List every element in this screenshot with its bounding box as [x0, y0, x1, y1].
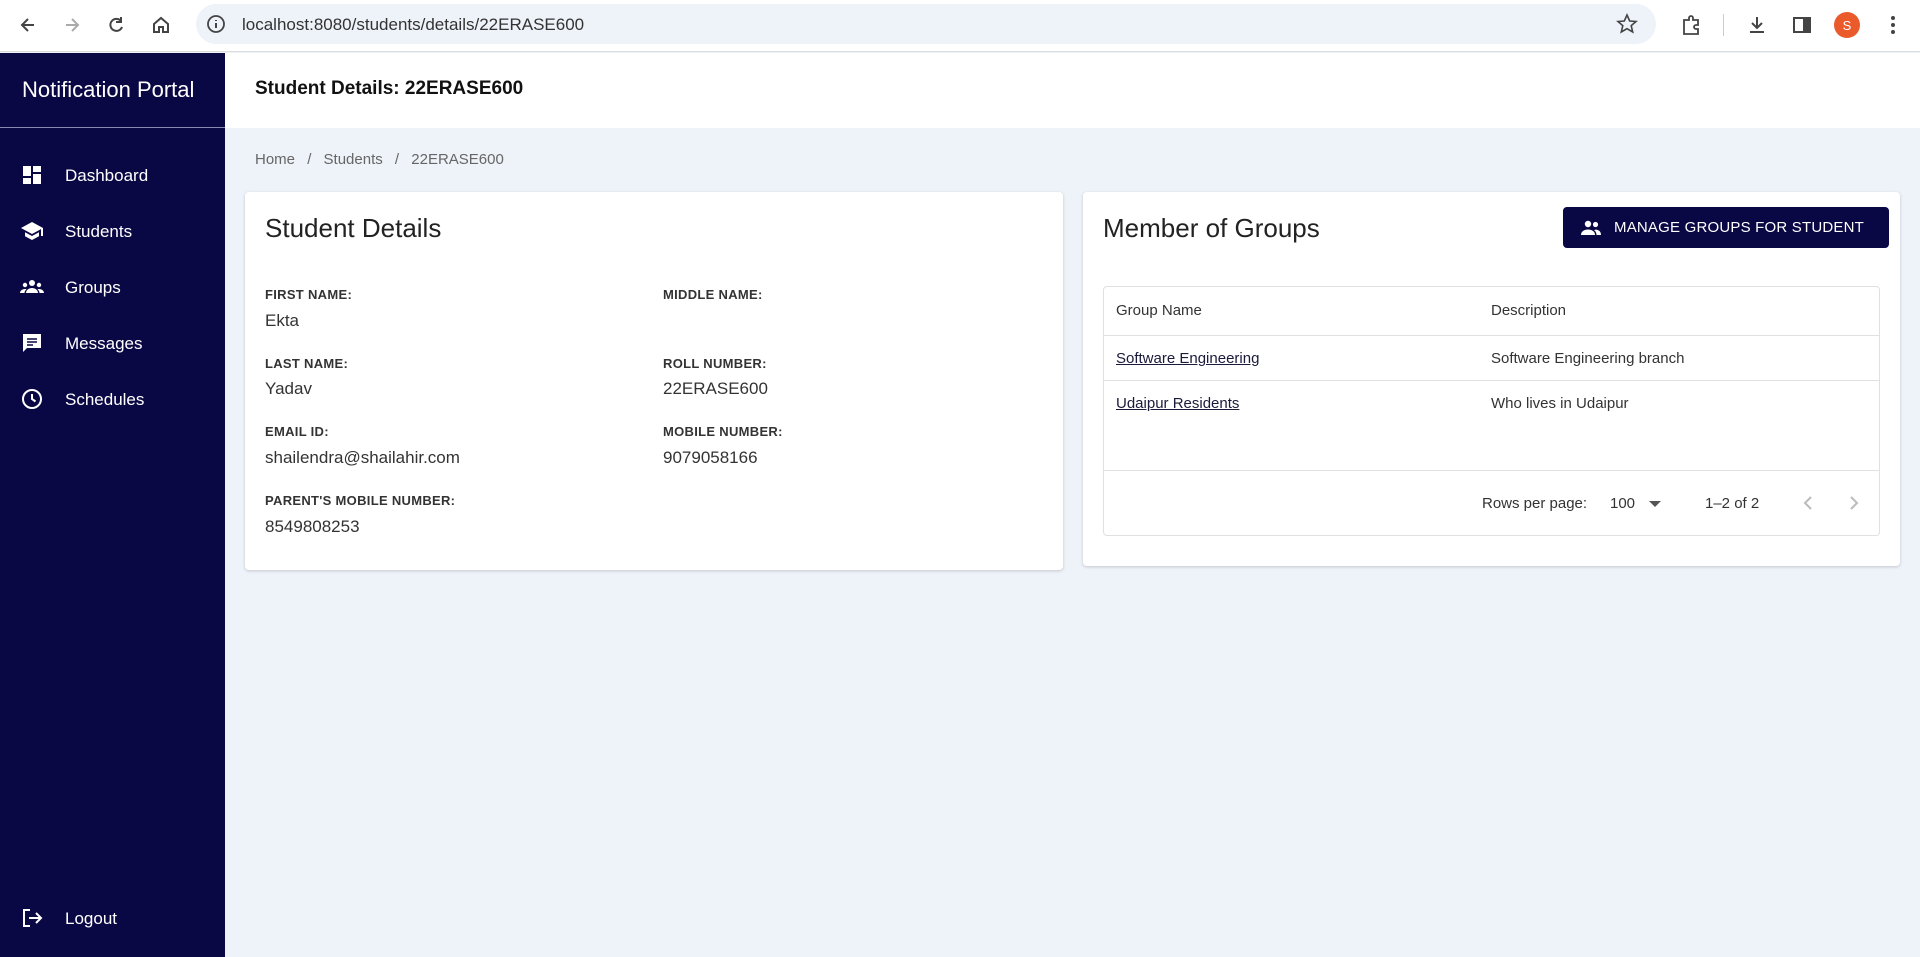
menu-kebab-icon[interactable] — [1880, 12, 1906, 38]
roll-number-value: 22ERASE600 — [663, 379, 768, 398]
table-row: Software Engineering Software Engineerin… — [1104, 336, 1879, 381]
email-label: EMAIL ID: — [265, 424, 329, 439]
url-text: localhost:8080/students/details/22ERASE6… — [242, 15, 585, 34]
toolbar-divider — [1723, 14, 1724, 36]
group-description: Who lives in Udaipur — [1491, 395, 1629, 412]
student-details-card — [245, 192, 1063, 570]
browser-toolbar: localhost:8080/students/details/22ERASE6… — [0, 0, 1920, 52]
breadcrumb-current: 22ERASE600 — [411, 151, 504, 168]
breadcrumb-separator: / — [307, 151, 312, 168]
parent-mobile-value: 8549808253 — [265, 517, 360, 536]
manage-groups-label: MANAGE GROUPS FOR STUDENT — [1614, 219, 1865, 236]
group-description: Software Engineering branch — [1491, 350, 1685, 367]
groups-icon — [20, 275, 44, 299]
sidebar-item-groups[interactable]: Groups — [0, 265, 225, 309]
sidebar-item-label: Students — [65, 222, 133, 241]
email-value: shailendra@shailahir.com — [265, 448, 460, 467]
school-icon — [20, 219, 44, 243]
clock-icon — [20, 387, 44, 411]
next-page-icon[interactable] — [1842, 491, 1866, 515]
first-name-label: FIRST NAME: — [265, 287, 353, 302]
sidebar-item-label: Schedules — [65, 390, 145, 409]
sidebar-item-messages[interactable]: Messages — [0, 321, 225, 365]
first-name-value: Ekta — [265, 311, 300, 330]
breadcrumb-separator: / — [394, 151, 400, 168]
extensions-icon[interactable] — [1678, 12, 1704, 38]
reload-icon[interactable] — [101, 10, 131, 40]
forward-icon[interactable] — [57, 10, 87, 40]
column-header-description[interactable]: Description — [1491, 302, 1566, 319]
message-icon — [20, 331, 44, 355]
breadcrumb-students[interactable]: Students — [324, 151, 383, 168]
address-bar[interactable]: localhost:8080/students/details/22ERASE6… — [196, 4, 1656, 44]
member-of-groups-heading: Member of Groups — [1103, 213, 1320, 243]
side-panel-icon[interactable] — [1789, 12, 1815, 38]
rows-per-page-select[interactable]: 100 — [1610, 495, 1635, 512]
sidebar-item-label: Dashboard — [65, 166, 149, 185]
mobile-number-value: 9079058166 — [663, 448, 758, 467]
sidebar-item-label: Messages — [65, 334, 143, 353]
table-header-row: Group Name Description — [1104, 287, 1879, 336]
site-info-icon[interactable] — [206, 14, 226, 34]
download-icon[interactable] — [1744, 12, 1770, 38]
last-name-value: Yadav — [265, 379, 312, 398]
pagination-range: 1–2 of 2 — [1705, 495, 1760, 512]
logout-label: Logout — [65, 909, 117, 928]
page-header: Student Details: 22ERASE600 — [225, 53, 1920, 128]
sidebar-item-schedules[interactable]: Schedules — [0, 377, 225, 421]
student-details-heading: Student Details — [265, 213, 442, 243]
sidebar: Notification Portal Dashboard Students G… — [0, 53, 225, 957]
sidebar-item-students[interactable]: Students — [0, 209, 225, 253]
bookmark-star-icon[interactable] — [1616, 13, 1638, 35]
breadcrumb-home[interactable]: Home — [255, 151, 295, 168]
middle-name-label: MIDDLE NAME: — [663, 287, 763, 302]
column-header-group-name[interactable]: Group Name — [1116, 302, 1202, 319]
home-icon[interactable] — [146, 10, 176, 40]
brand-title: Notification Portal — [0, 53, 225, 128]
mobile-number-label: MOBILE NUMBER: — [663, 424, 783, 439]
roll-number-label: ROLL NUMBER: — [663, 356, 767, 371]
group-name-link[interactable]: Udaipur Residents — [1116, 395, 1239, 412]
breadcrumb: Home / Students / 22ERASE600 — [255, 151, 512, 168]
dashboard-icon — [20, 163, 44, 187]
group-people-icon — [1579, 216, 1603, 240]
group-name-link[interactable]: Software Engineering — [1116, 350, 1259, 367]
chevron-down-icon[interactable] — [1649, 501, 1661, 507]
page-title: Student Details: 22ERASE600 — [255, 78, 524, 99]
sidebar-item-label: Groups — [65, 278, 121, 297]
sidebar-item-dashboard[interactable]: Dashboard — [0, 153, 225, 197]
groups-table: Group Name Description Software Engineer… — [1103, 286, 1880, 536]
last-name-label: LAST NAME: — [265, 356, 349, 371]
previous-page-icon[interactable] — [1796, 491, 1820, 515]
profile-avatar[interactable]: S — [1834, 12, 1860, 38]
rows-per-page-label: Rows per page: — [1482, 495, 1588, 512]
logout-button[interactable]: Logout — [0, 896, 225, 940]
parent-mobile-label: PARENT'S MOBILE NUMBER: — [265, 493, 456, 508]
manage-groups-button[interactable]: MANAGE GROUPS FOR STUDENT — [1563, 207, 1889, 248]
logout-icon — [20, 906, 44, 930]
table-row: Udaipur Residents Who lives in Udaipur — [1104, 381, 1879, 426]
table-pagination: Rows per page: 100 1–2 of 2 — [1104, 470, 1879, 536]
back-icon[interactable] — [13, 10, 43, 40]
